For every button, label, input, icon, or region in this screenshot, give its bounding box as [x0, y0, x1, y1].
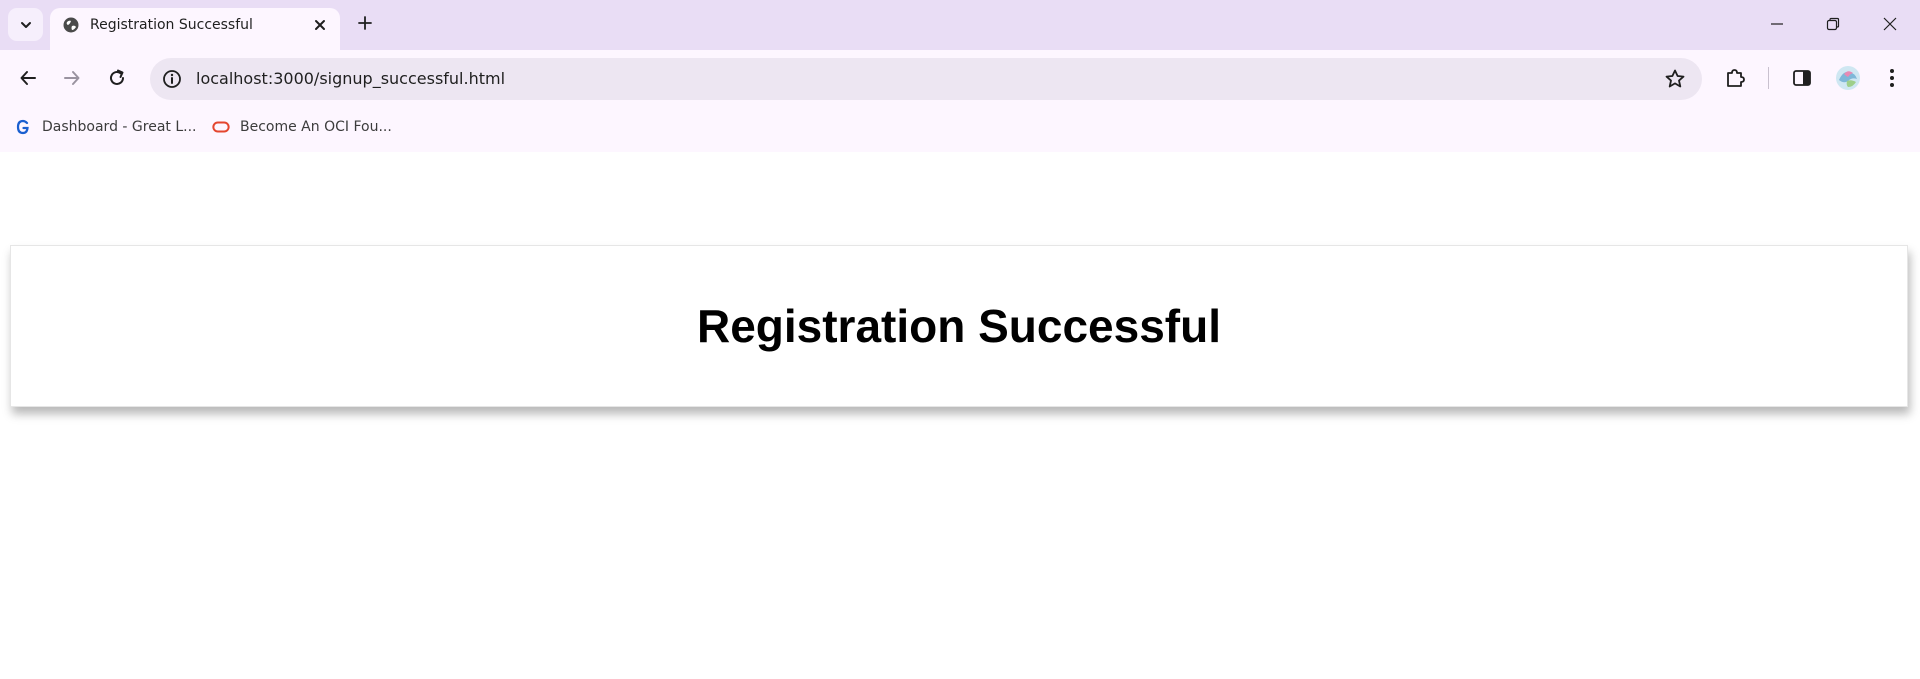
minimize-icon — [1771, 23, 1783, 25]
bookmark-oci[interactable]: Become An OCI Fou... — [212, 116, 392, 138]
bookmark-star-icon[interactable] — [1664, 68, 1686, 90]
new-tab-button[interactable] — [354, 12, 376, 34]
browser-menu-button[interactable] — [1876, 62, 1908, 94]
reload-icon — [110, 69, 124, 85]
chevron-down-icon — [20, 21, 31, 28]
side-panel-icon — [1793, 70, 1811, 86]
browser-toolbar: localhost:3000/signup_successful.html — [0, 50, 1920, 106]
bookmark-dashboard[interactable]: Dashboard - Great L... — [14, 116, 197, 138]
plus-icon — [358, 16, 372, 30]
success-card: Registration Successful — [10, 245, 1908, 407]
browser-titlebar: Registration Successful — [0, 0, 1920, 50]
toolbar-divider — [1768, 67, 1769, 89]
globe-icon — [63, 17, 79, 33]
tab-title: Registration Successful — [90, 17, 253, 33]
page-title: Registration Successful — [696, 300, 1222, 352]
arrow-left-icon — [20, 71, 36, 85]
bookmark-label: Become An OCI Fou... — [240, 119, 392, 135]
puzzle-icon — [1727, 69, 1745, 87]
close-icon — [315, 20, 325, 30]
profile-button[interactable] — [1832, 62, 1864, 94]
bookmarks-bar: Dashboard - Great L... Become An OCI Fou… — [0, 106, 1920, 152]
reload-button[interactable] — [101, 62, 133, 94]
back-button[interactable] — [12, 62, 44, 94]
oracle-icon — [212, 118, 230, 136]
arrow-right-icon — [64, 71, 80, 85]
side-panel-button[interactable] — [1786, 62, 1818, 94]
more-vertical-icon — [1890, 69, 1894, 87]
address-bar[interactable]: localhost:3000/signup_successful.html — [150, 58, 1702, 100]
minimize-button[interactable] — [1757, 8, 1797, 40]
tab-search-button[interactable] — [8, 8, 43, 41]
restore-button[interactable] — [1813, 8, 1853, 40]
extensions-button[interactable] — [1719, 62, 1751, 94]
site-info-icon[interactable] — [162, 69, 182, 89]
forward-button[interactable] — [56, 62, 88, 94]
close-window-button[interactable] — [1870, 8, 1910, 40]
browser-tab-active[interactable]: Registration Successful — [50, 8, 340, 50]
restore-icon — [1826, 17, 1840, 31]
avatar — [1836, 66, 1860, 90]
great-learning-icon — [14, 118, 32, 136]
close-icon — [1883, 17, 1897, 31]
bookmark-label: Dashboard - Great L... — [42, 119, 197, 135]
address-url[interactable]: localhost:3000/signup_successful.html — [196, 69, 505, 88]
close-tab-button[interactable] — [310, 15, 330, 35]
